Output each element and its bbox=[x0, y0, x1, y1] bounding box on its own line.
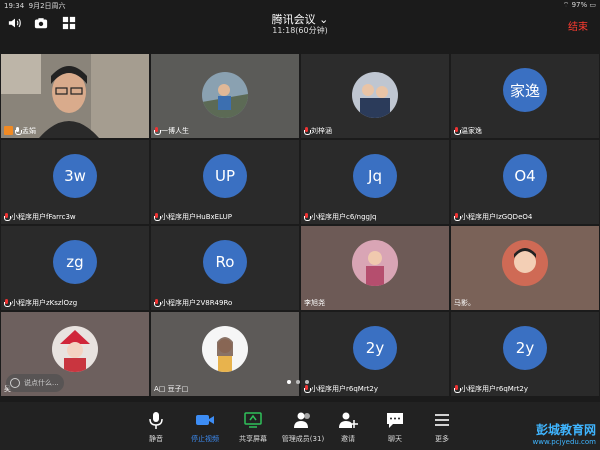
participant-tile[interactable]: 李旭尧 bbox=[301, 226, 449, 310]
participant-tile[interactable]: 马影。 bbox=[451, 226, 599, 310]
participant-initials-avatar: 家逸 bbox=[503, 68, 547, 112]
meeting-header: 腾讯会议 ⌄ 11:18(60分钟) 结束 bbox=[0, 10, 600, 40]
participant-name: 小程序用户HuBxELUP bbox=[154, 211, 232, 222]
participant-tile[interactable]: 3w 小程序用户fFarrc3w bbox=[1, 140, 149, 224]
participant-tile[interactable]: 刘梓涵 bbox=[301, 54, 449, 138]
participant-initials-avatar: 2y bbox=[503, 326, 547, 370]
page-dot[interactable] bbox=[305, 380, 309, 384]
participant-tile[interactable]: 家逸 温家逸 bbox=[451, 54, 599, 138]
mic-muted-icon bbox=[304, 384, 311, 393]
mic-muted-icon bbox=[154, 298, 161, 307]
add-user-icon bbox=[339, 412, 358, 428]
meeting-toolbar: 静音 停止视频 共享屏幕 管理成员(31) 邀请 聊天 更多 bbox=[0, 402, 600, 450]
mic-icon bbox=[15, 126, 22, 135]
participant-tile[interactable]: Jq 小程序用户c6/nggJq bbox=[301, 140, 449, 224]
microphone-icon bbox=[149, 412, 163, 429]
participant-grid: 孟娟 一博人生 刘梓涵 家逸 温家逸 3w 小程序用户fFarrc3w UP 小… bbox=[0, 54, 600, 396]
mic-muted-icon bbox=[304, 212, 311, 221]
page-indicator[interactable] bbox=[287, 380, 309, 384]
mic-muted-icon bbox=[454, 384, 461, 393]
participant-name: 一博人生 bbox=[154, 125, 189, 136]
participant-tile[interactable]: O4 小程序用户IzGQDeO4 bbox=[451, 140, 599, 224]
mic-muted-icon bbox=[454, 212, 461, 221]
comment-input[interactable]: 说点什么... bbox=[6, 374, 64, 392]
participant-tile[interactable]: 一博人生 bbox=[151, 54, 299, 138]
participant-name: 李旭尧 bbox=[304, 298, 325, 307]
participant-tile[interactable]: zg 小程序用户zKszlOzg bbox=[1, 226, 149, 310]
participant-name: 小程序用户r6qMrt2y bbox=[454, 383, 528, 394]
participant-initials-avatar: 3w bbox=[53, 154, 97, 198]
participant-avatar bbox=[202, 72, 248, 118]
participant-name: 孟娟 bbox=[4, 125, 36, 136]
mic-muted-icon bbox=[154, 126, 161, 135]
mic-muted-icon bbox=[4, 212, 11, 221]
participant-tile[interactable]: UP 小程序用户HuBxELUP bbox=[151, 140, 299, 224]
meeting-duration: 11:18(60分钟) bbox=[272, 26, 328, 35]
members-icon bbox=[294, 412, 310, 428]
participant-name: 马影。 bbox=[454, 298, 475, 307]
participant-tile[interactable]: 2y 小程序用户r6qMrt2y bbox=[451, 312, 599, 396]
mic-muted-icon bbox=[154, 212, 161, 221]
participant-initials-avatar: Jq bbox=[353, 154, 397, 198]
participant-avatar bbox=[502, 240, 548, 286]
chat-icon bbox=[387, 413, 403, 428]
participant-initials-avatar: Ro bbox=[203, 240, 247, 284]
host-icon bbox=[4, 126, 13, 135]
mic-muted-icon bbox=[4, 298, 11, 307]
participant-name: 小程序用户fFarrc3w bbox=[4, 211, 76, 222]
mic-muted-icon bbox=[304, 126, 311, 135]
participant-name: 小程序用户c6/nggJq bbox=[304, 211, 377, 222]
participant-avatar bbox=[202, 326, 248, 372]
more-button[interactable]: 更多 bbox=[412, 406, 472, 448]
participant-name: 小程序用户r6qMrt2y bbox=[304, 383, 378, 394]
participant-initials-avatar: O4 bbox=[503, 154, 547, 198]
participant-avatar bbox=[352, 240, 398, 286]
battery-level: 97% bbox=[571, 1, 588, 9]
participant-initials-avatar: 2y bbox=[353, 326, 397, 370]
participant-initials-avatar: UP bbox=[203, 154, 247, 198]
participant-name: 温家逸 bbox=[454, 125, 482, 136]
status-bar: 19:34 9月2日周六 ⌔ 97% ▭ bbox=[0, 0, 600, 10]
participant-avatar bbox=[52, 326, 98, 372]
watermark-logo: 彭城教育网 www.pcjyedu.com bbox=[532, 423, 597, 446]
participant-tile[interactable]: 孟娟 bbox=[1, 54, 149, 138]
end-meeting-button[interactable]: 结束 bbox=[568, 18, 588, 33]
participant-tile[interactable]: 2y 小程序用户r6qMrt2y bbox=[301, 312, 449, 396]
share-screen-icon bbox=[244, 412, 262, 428]
comment-placeholder: 说点什么... bbox=[24, 379, 59, 387]
wifi-icon: ⌔ bbox=[562, 1, 570, 9]
status-right: ⌔ 97% ▭ bbox=[563, 1, 596, 10]
participant-initials-avatar: zg bbox=[53, 240, 97, 284]
participant-name: A□ 豆子□ bbox=[154, 384, 189, 393]
menu-icon bbox=[435, 414, 449, 426]
battery-icon: ▭ bbox=[589, 1, 596, 9]
page-dot[interactable] bbox=[296, 380, 300, 384]
participant-avatar bbox=[352, 72, 398, 118]
participant-name: 小程序用户2V8R49Ro bbox=[154, 297, 232, 308]
page-dot[interactable] bbox=[287, 380, 291, 384]
participant-name: 刘梓涵 bbox=[304, 125, 332, 136]
participant-tile[interactable]: A□ 豆子□ bbox=[151, 312, 299, 396]
video-camera-icon bbox=[196, 415, 214, 425]
participant-name: 小程序用户zKszlOzg bbox=[4, 297, 77, 308]
participant-name: 小程序用户IzGQDeO4 bbox=[454, 211, 532, 222]
participant-tile[interactable]: Ro 小程序用户2V8R49Ro bbox=[151, 226, 299, 310]
mic-muted-icon bbox=[454, 126, 461, 135]
emoji-icon[interactable] bbox=[10, 378, 20, 388]
